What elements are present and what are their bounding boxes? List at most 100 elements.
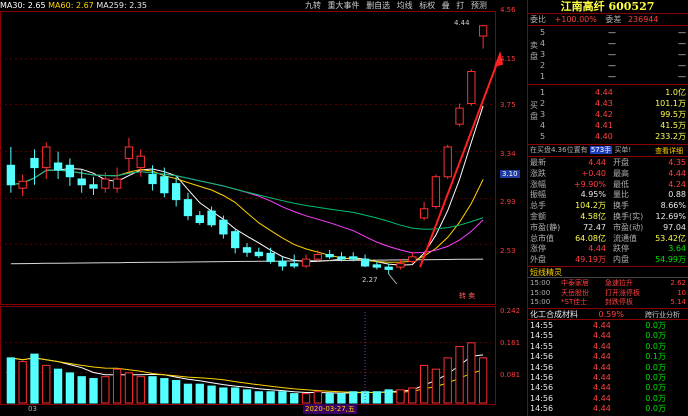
tick-row: 14:56 4.44 0.0万 (530, 373, 686, 382)
quote-key: 量比 (613, 190, 629, 200)
tool-adjust[interactable]: 标权 (419, 1, 435, 10)
sell-order-row: 5 — — (540, 28, 686, 37)
quote-key: 跌停 (613, 244, 629, 254)
buy-volume: 41.5万 (660, 121, 686, 130)
quote-value: 3.64 (668, 244, 686, 254)
quote-key: 换手 (613, 201, 629, 211)
tool-print[interactable]: 打 (456, 1, 464, 10)
quote-row: 最新 4.44 开盘 4.35 (530, 158, 686, 167)
view-detail-link[interactable]: 查看详细 (655, 146, 683, 156)
volume-bar (101, 376, 110, 404)
alert-time: 15:00 (530, 288, 551, 297)
tool-remove-watch[interactable]: 删自选 (366, 1, 390, 10)
candle-body (467, 70, 476, 105)
quote-row: 外盘 49.19万 内盘 54.99万 (530, 255, 686, 264)
candle-body (124, 146, 134, 159)
candle (467, 69, 476, 106)
buy-price: 4.42 (595, 110, 613, 119)
tool-overlay[interactable]: 叠 (442, 1, 450, 10)
volume-bar (372, 391, 382, 404)
candle-body (171, 183, 181, 201)
candle-body (65, 164, 75, 178)
volume-bar (148, 376, 157, 404)
alerts-title[interactable]: 短线精灵 (530, 268, 562, 277)
candle-body (325, 254, 334, 258)
tool-events[interactable]: 重大事件 (328, 1, 360, 10)
sector-name[interactable]: 化工合成材料 (530, 310, 578, 319)
quote-key: 振幅 (530, 190, 546, 200)
tick-price: 4.44 (593, 352, 611, 362)
sell-level: 1 (540, 72, 546, 81)
volume-bar (18, 361, 27, 404)
kline-chart[interactable] (0, 0, 527, 416)
alert-row[interactable]: 15:00 *ST佳士 封跌停板 5.14 (530, 298, 686, 307)
tick-time: 14:56 (530, 393, 554, 403)
tick-volume: 0.0万 (645, 362, 666, 372)
buy-order-row[interactable]: 1 4.44 1.0亿 (540, 88, 686, 97)
volume-bar (183, 383, 193, 404)
candle-body (195, 215, 204, 224)
tool-forecast[interactable]: 预测 (471, 1, 487, 10)
tick-volume: 0.0万 (645, 393, 666, 403)
tool-jiuzhuan[interactable]: 九转 (305, 1, 321, 10)
buy-order-row[interactable]: 2 4.43 101.1万 (540, 99, 686, 108)
buy-volume: 99.5万 (660, 110, 686, 119)
tick-volume: 0.0万 (645, 321, 666, 330)
price-tick: 4.15 (500, 55, 516, 63)
candle-body (396, 263, 405, 268)
tick-volume: 0.0万 (645, 383, 666, 393)
queue-text: 在买盘4.36位置有 (530, 146, 588, 154)
candle-body (242, 247, 252, 253)
volume-bar (419, 364, 429, 404)
candle-body (266, 252, 275, 262)
buy-order-row[interactable]: 5 4.40 233.2万 (540, 132, 686, 141)
buy-order-row[interactable]: 4 4.41 41.5万 (540, 121, 686, 130)
quote-value: 12.69% (655, 212, 686, 221)
candle (443, 144, 452, 180)
queue-count: 573手 (589, 146, 613, 154)
candle-body (313, 254, 323, 260)
quote-value: 4.44 (588, 158, 606, 167)
quote-value: 4.44 (668, 168, 686, 178)
quote-key: 内盘 (613, 255, 629, 265)
volume-bar (112, 368, 122, 404)
tick-row: 14:55 4.44 0.0万 (530, 331, 686, 340)
volume-bar (443, 357, 452, 404)
candle-body (301, 258, 311, 267)
volume-bar (231, 387, 240, 404)
sell-side-label: 卖盘 (530, 41, 538, 61)
alert-row[interactable]: 15:00 天岳股份 打开涨停板 10 (530, 289, 686, 298)
tick-volume: 0.0万 (645, 331, 666, 341)
quote-key: 最新 (530, 158, 546, 167)
tool-ma[interactable]: 均线 (397, 1, 413, 10)
candle-body (30, 157, 39, 169)
tick-price: 4.44 (593, 362, 611, 372)
tick-row: 14:55 4.44 0.0万 (530, 342, 686, 351)
quote-row: 总市值 64.08亿 流通值 53.42亿 (530, 234, 686, 243)
alert-row[interactable]: 15:00 中泰家居 急速拉升 2.62 (530, 279, 686, 288)
candle-body (337, 256, 346, 260)
tick-price: 4.44 (593, 393, 611, 403)
sell-level: 4 (540, 39, 546, 48)
sell-order-row: 2 — — (540, 61, 686, 70)
candle-body (231, 231, 240, 249)
volume-tick: 0.161 (500, 339, 521, 347)
ma60-label: MA60: 2.67 (48, 1, 94, 10)
buy-order-row[interactable]: 3 4.42 99.5万 (540, 110, 686, 119)
tick-price: 4.44 (593, 383, 611, 393)
quote-value: 104.2万 (575, 201, 606, 211)
volume-bar (301, 393, 311, 404)
quote-value: 4.44 (588, 244, 606, 254)
tick-time: 14:56 (530, 362, 554, 372)
quote-value: 53.42亿 (655, 233, 686, 243)
sell-price: — (608, 61, 616, 70)
volume-bar (219, 387, 228, 404)
candle-body (160, 176, 169, 194)
quote-value: +9.90% (573, 179, 606, 189)
volume-bar (313, 391, 323, 404)
price-tick: 4.56 (500, 6, 516, 14)
quote-key: 开盘 (613, 158, 629, 167)
candle-body (112, 178, 122, 189)
candle-body (136, 155, 145, 169)
buy-sell-marker: 转 卖 (459, 292, 476, 300)
